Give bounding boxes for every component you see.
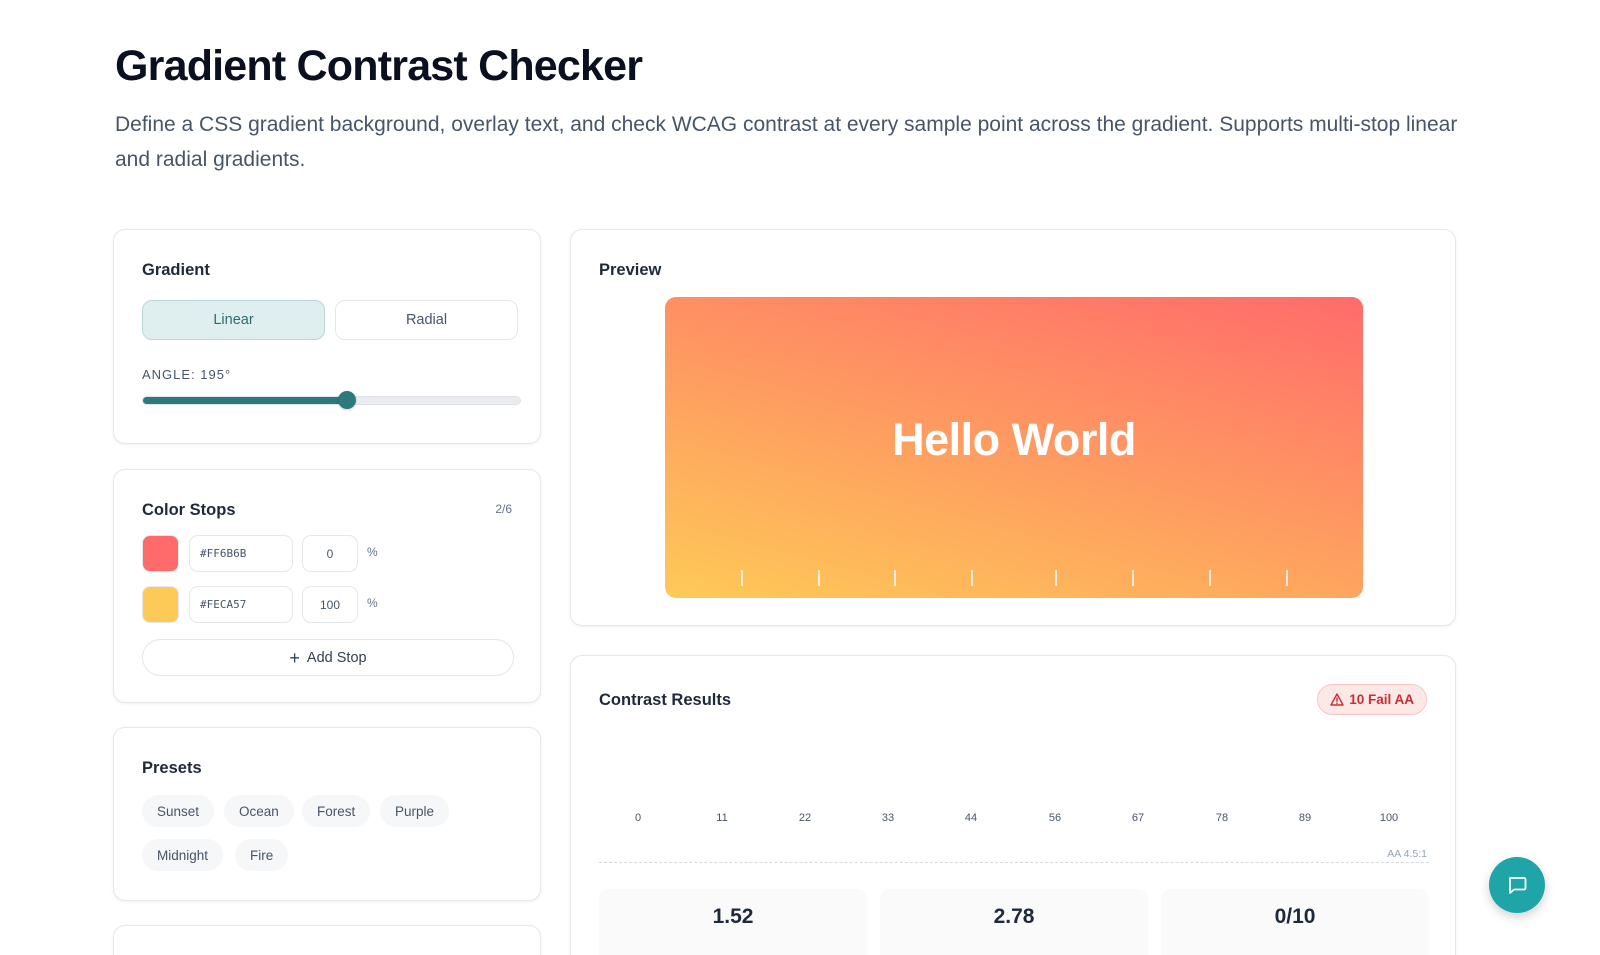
contrast-results-title: Contrast Results bbox=[599, 691, 732, 709]
radial-mode-button[interactable]: Radial bbox=[335, 300, 518, 340]
extra-card bbox=[113, 925, 541, 955]
sample-tick bbox=[741, 570, 743, 586]
sample-point-label: 89 bbox=[1298, 812, 1312, 824]
preset-purple[interactable]: Purple bbox=[380, 795, 450, 827]
sample-point-label: 0 bbox=[634, 812, 642, 824]
sample-tick bbox=[1209, 570, 1211, 586]
preset-ocean[interactable]: Ocean bbox=[224, 795, 294, 827]
sample-point-label: 56 bbox=[1048, 812, 1062, 824]
sample-point-label: 22 bbox=[798, 812, 812, 824]
pass-count-stat: 0/10 bbox=[1161, 889, 1429, 955]
stop-count: 2/6 bbox=[495, 502, 512, 516]
gradient-card-title: Gradient bbox=[142, 261, 210, 279]
linear-mode-button[interactable]: Linear bbox=[142, 300, 325, 340]
pass-count-value: 0/10 bbox=[1274, 905, 1316, 928]
angle-label: ANGLE: 195° bbox=[142, 367, 232, 382]
contrast-results-card: Contrast Results 10 Fail AA 0 11 22 33 4… bbox=[570, 655, 1456, 955]
preset-midnight[interactable]: Midnight bbox=[142, 839, 224, 871]
max-contrast-value: 2.78 bbox=[993, 905, 1035, 928]
aa-threshold-line bbox=[599, 862, 1429, 863]
hex-input[interactable]: #FECA57 bbox=[189, 586, 293, 623]
hex-input[interactable]: #FF6B6B bbox=[189, 535, 293, 572]
chat-icon bbox=[1508, 877, 1527, 894]
sample-point-label: 67 bbox=[1131, 812, 1145, 824]
sample-point-label: 100 bbox=[1379, 812, 1399, 824]
percent-unit: % bbox=[367, 596, 378, 610]
preset-sunset[interactable]: Sunset bbox=[142, 795, 215, 827]
gradient-preview: Hello World bbox=[665, 297, 1363, 598]
plus-icon: + bbox=[289, 647, 300, 668]
percent-unit: % bbox=[367, 545, 378, 559]
sample-tick bbox=[1286, 570, 1288, 586]
angle-slider-thumb[interactable] bbox=[338, 391, 357, 409]
preset-forest[interactable]: Forest bbox=[302, 795, 371, 827]
sample-point-label: 11 bbox=[716, 812, 728, 824]
color-swatch[interactable] bbox=[142, 535, 179, 572]
add-stop-button[interactable]: + Add Stop bbox=[142, 639, 514, 676]
angle-slider-fill bbox=[143, 397, 348, 404]
aa-threshold-label: AA 4.5:1 bbox=[1387, 848, 1427, 860]
color-stops-card: Color Stops 2/6 #FF6B6B 0 % #FECA57 100 … bbox=[113, 469, 541, 703]
max-contrast-stat: 2.78 bbox=[880, 889, 1148, 955]
preview-text: Hello World bbox=[892, 414, 1136, 465]
min-contrast-value: 1.52 bbox=[712, 905, 754, 928]
sample-point-label: 78 bbox=[1215, 812, 1229, 824]
preview-title: Preview bbox=[599, 261, 662, 279]
page-title: Gradient Contrast Checker bbox=[115, 42, 643, 90]
fail-badge: 10 Fail AA bbox=[1317, 684, 1427, 715]
add-stop-label: Add Stop bbox=[306, 649, 367, 666]
angle-slider-track[interactable] bbox=[142, 396, 521, 405]
color-stops-title: Color Stops bbox=[142, 501, 236, 519]
sample-tick bbox=[894, 570, 896, 586]
sample-tick bbox=[1055, 570, 1057, 586]
sample-tick bbox=[971, 570, 973, 586]
preview-card: Preview Hello World bbox=[570, 229, 1456, 626]
position-input[interactable]: 100 bbox=[302, 586, 358, 623]
sample-tick bbox=[818, 570, 820, 586]
presets-title: Presets bbox=[142, 759, 202, 777]
warning-icon bbox=[1330, 693, 1344, 706]
fail-badge-label: 10 Fail AA bbox=[1349, 692, 1414, 707]
gradient-card: Gradient Linear Radial ANGLE: 195° bbox=[113, 229, 541, 444]
presets-card: Presets Sunset Ocean Forest Purple Midni… bbox=[113, 727, 541, 901]
sample-point-label: 33 bbox=[881, 812, 895, 824]
color-swatch[interactable] bbox=[142, 586, 179, 623]
sample-point-label: 44 bbox=[964, 812, 978, 824]
preset-fire[interactable]: Fire bbox=[235, 839, 289, 871]
chat-button[interactable] bbox=[1489, 857, 1545, 913]
page-description: Define a CSS gradient background, overla… bbox=[115, 113, 1458, 171]
position-input[interactable]: 0 bbox=[302, 535, 358, 572]
min-contrast-stat: 1.52 bbox=[599, 889, 867, 955]
sample-tick bbox=[1132, 570, 1134, 586]
